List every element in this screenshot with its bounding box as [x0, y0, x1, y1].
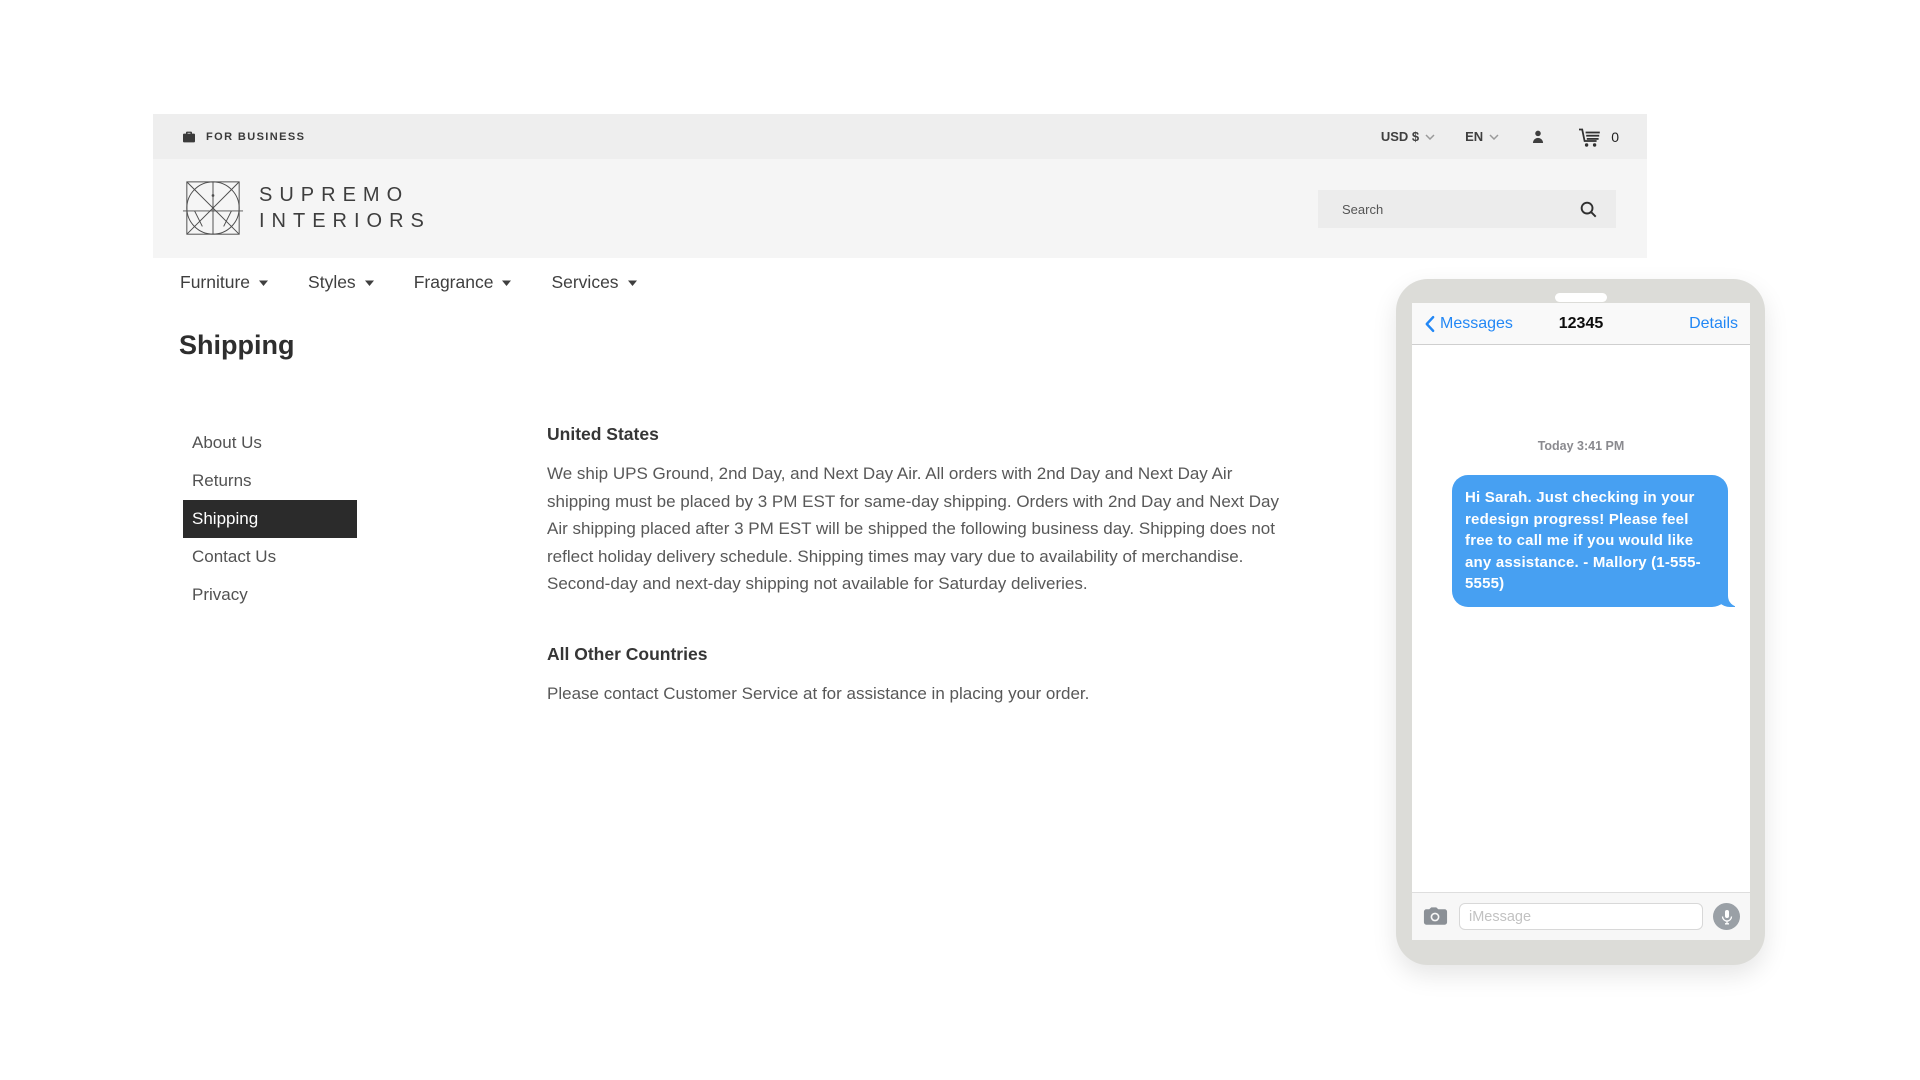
topbar-actions: USD $ EN — [1381, 126, 1619, 148]
search-icon[interactable] — [1579, 200, 1598, 219]
message-composer — [1412, 892, 1750, 940]
chevron-left-icon — [1424, 315, 1435, 333]
account-button[interactable] — [1529, 128, 1547, 146]
chevron-down-icon — [1425, 134, 1435, 140]
camera-icon[interactable] — [1422, 907, 1449, 927]
for-business-label: FOR BUSINESS — [206, 131, 305, 143]
sidebar-item-returns[interactable]: Returns — [183, 462, 357, 500]
sidebar-item-about-us[interactable]: About Us — [183, 424, 357, 462]
for-business-link[interactable]: FOR BUSINESS — [181, 129, 305, 145]
sidebar-item-shipping[interactable]: Shipping — [183, 500, 357, 538]
nav-item-furniture[interactable]: Furniture — [180, 272, 268, 293]
brand-logo[interactable]: SUPREMO INTERIORS — [181, 178, 431, 240]
brand-name: SUPREMO INTERIORS — [259, 184, 431, 233]
brand-row: SUPREMO INTERIORS — [153, 159, 1647, 258]
nav-item-styles[interactable]: Styles — [308, 272, 374, 293]
caret-down-icon — [628, 280, 637, 286]
voice-memo-button[interactable] — [1713, 903, 1740, 930]
brand-line-2: INTERIORS — [259, 210, 431, 233]
message-bubble: Hi Sarah. Just checking in your redesign… — [1452, 475, 1728, 607]
search-box — [1318, 190, 1616, 228]
nav-label: Services — [551, 272, 618, 293]
sidebar-nav: About Us Returns Shipping Contact Us Pri… — [183, 424, 357, 614]
currency-selector[interactable]: USD $ — [1381, 129, 1435, 144]
phone-speaker — [1555, 293, 1607, 302]
nav-item-fragrance[interactable]: Fragrance — [414, 272, 512, 293]
page: FOR BUSINESS USD $ EN — [0, 0, 1920, 1080]
chevron-down-icon — [1489, 134, 1499, 140]
messages-header: Messages 12345 Details — [1412, 303, 1750, 345]
section-heading: All Other Countries — [547, 644, 1297, 665]
main-navigation: Furniture Styles Fragrance Services — [180, 272, 637, 293]
nav-label: Fragrance — [414, 272, 494, 293]
supremo-logo-mark-icon — [181, 178, 245, 240]
phone-screen: Messages 12345 Details Today 3:41 PM Hi … — [1412, 303, 1750, 940]
microphone-icon — [1721, 909, 1733, 925]
section-all-other-countries: All Other Countries Please contact Custo… — [547, 644, 1297, 708]
brand-line-1: SUPREMO — [259, 184, 431, 207]
messages-back-label: Messages — [1440, 315, 1513, 333]
search-input[interactable] — [1342, 202, 1579, 217]
cart-icon — [1577, 126, 1603, 148]
nav-label: Furniture — [180, 272, 250, 293]
imessage-input[interactable] — [1459, 903, 1703, 930]
chat-area: Today 3:41 PM Hi Sarah. Just checking in… — [1412, 345, 1750, 891]
section-body: We ship UPS Ground, 2nd Day, and Next Da… — [547, 460, 1297, 598]
briefcase-icon — [181, 129, 197, 145]
message-timestamp: Today 3:41 PM — [1412, 439, 1750, 453]
caret-down-icon — [365, 280, 374, 286]
shipping-content: United States We ship UPS Ground, 2nd Da… — [547, 424, 1297, 707]
language-selector[interactable]: EN — [1465, 129, 1499, 144]
messages-back-button[interactable]: Messages — [1424, 315, 1513, 333]
site-header: FOR BUSINESS USD $ EN — [153, 114, 1647, 258]
cart-count-badge: 0 — [1611, 129, 1619, 145]
nav-label: Styles — [308, 272, 356, 293]
page-title: Shipping — [179, 330, 294, 361]
user-icon — [1529, 128, 1547, 146]
phone-mockup: Messages 12345 Details Today 3:41 PM Hi … — [1396, 279, 1765, 965]
sidebar-item-privacy[interactable]: Privacy — [183, 576, 357, 614]
utility-topbar: FOR BUSINESS USD $ EN — [153, 114, 1647, 159]
cart-button[interactable]: 0 — [1577, 126, 1619, 148]
currency-label: USD $ — [1381, 129, 1419, 144]
language-label: EN — [1465, 129, 1483, 144]
section-heading: United States — [547, 424, 1297, 445]
sidebar-item-contact-us[interactable]: Contact Us — [183, 538, 357, 576]
nav-item-services[interactable]: Services — [551, 272, 636, 293]
details-button[interactable]: Details — [1689, 315, 1738, 333]
section-body: Please contact Customer Service at for a… — [547, 680, 1297, 708]
caret-down-icon — [502, 280, 511, 286]
section-united-states: United States We ship UPS Ground, 2nd Da… — [547, 424, 1297, 598]
caret-down-icon — [259, 280, 268, 286]
